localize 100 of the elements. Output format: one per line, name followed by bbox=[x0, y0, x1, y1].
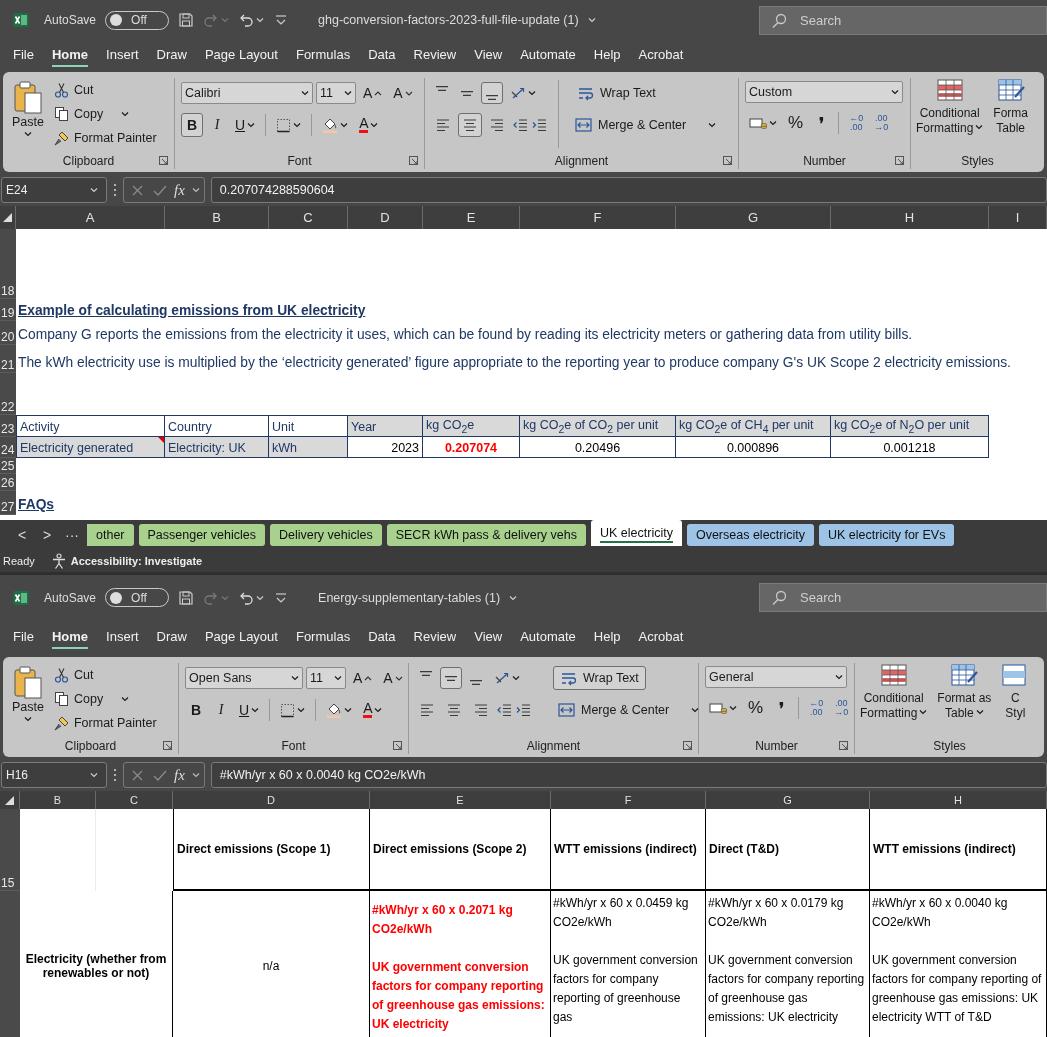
underline-button[interactable]: U bbox=[235, 698, 264, 722]
menu-tab[interactable]: Acrobat bbox=[638, 43, 684, 67]
comma-style-button[interactable]: ❜ bbox=[810, 111, 833, 135]
more-dots-icon[interactable] bbox=[113, 182, 117, 198]
menu-tab[interactable]: Draw bbox=[156, 43, 187, 67]
copy-button[interactable]: Copy bbox=[51, 688, 159, 710]
number-format-field[interactable]: Custom bbox=[745, 81, 903, 103]
vertical-align-button[interactable] bbox=[440, 667, 462, 689]
grow-font-button[interactable]: A bbox=[359, 81, 387, 105]
font-name-field[interactable]: Open Sans bbox=[185, 667, 303, 689]
menu-tab[interactable]: Data bbox=[368, 626, 396, 649]
document-title[interactable]: ghg-conversion-factors-2023-full-file-update (1) bbox=[318, 13, 579, 27]
dialog-launcher-icon[interactable] bbox=[393, 741, 402, 750]
menu-tab[interactable]: Formulas bbox=[295, 43, 351, 67]
menu-tab[interactable]: Automate bbox=[520, 43, 576, 67]
bold-button[interactable]: B bbox=[181, 113, 203, 137]
sheet-tab[interactable]: UK electricity for EVs bbox=[819, 524, 955, 546]
increase-decimal-button[interactable]: ←0 .00 bbox=[845, 111, 868, 135]
menu-tab[interactable]: Review bbox=[413, 626, 457, 649]
sheet-tab[interactable]: other bbox=[87, 524, 134, 546]
dialog-launcher-icon[interactable] bbox=[409, 156, 418, 165]
percent-button[interactable]: % bbox=[744, 696, 768, 720]
grow-font-button[interactable]: A bbox=[349, 666, 377, 690]
sheet-tab[interactable]: UK electricity bbox=[591, 520, 682, 546]
copy-button[interactable]: Copy bbox=[51, 103, 159, 125]
search-field[interactable]: Search bbox=[759, 5, 1047, 35]
font-name-field[interactable]: Calibri bbox=[181, 82, 313, 104]
font-color-button[interactable]: A bbox=[355, 113, 383, 137]
menu-tab[interactable]: Data bbox=[368, 43, 396, 67]
menu-tab[interactable]: Home bbox=[51, 43, 89, 67]
document-title[interactable]: Energy-supplementary-tables (1) bbox=[318, 590, 501, 605]
decrease-decimal-button[interactable]: .00 →0 bbox=[870, 111, 893, 135]
wrap-text-button[interactable]: Wrap Text bbox=[553, 666, 646, 690]
cell-styles-button[interactable]: C Styl bbox=[999, 663, 1032, 737]
merge-center-button[interactable]: Merge & Center bbox=[553, 698, 705, 722]
menu-tab[interactable]: Formulas bbox=[295, 626, 351, 649]
menu-tab[interactable]: Insert bbox=[106, 626, 139, 649]
sheet-nav-button[interactable]: < bbox=[12, 527, 32, 543]
vertical-align-button[interactable] bbox=[481, 82, 503, 104]
format-as-table-button[interactable]: Forma Table bbox=[991, 78, 1031, 152]
menu-tab[interactable]: Help bbox=[593, 626, 621, 649]
dialog-launcher-icon[interactable] bbox=[163, 741, 172, 750]
wrap-text-button[interactable]: Wrap Text bbox=[570, 81, 663, 105]
menu-tab[interactable]: Acrobat bbox=[638, 626, 684, 649]
font-size-field[interactable]: 11 bbox=[306, 667, 346, 689]
cut-button[interactable]: Cut bbox=[51, 79, 159, 101]
decrease-indent-icon[interactable] bbox=[496, 702, 512, 718]
menu-tab[interactable]: Page Layout bbox=[204, 626, 278, 649]
name-box[interactable]: H16 bbox=[1, 762, 107, 788]
paste-button[interactable]: Paste bbox=[9, 665, 47, 737]
conditional-formatting-button[interactable]: Conditional Formatting bbox=[914, 78, 986, 152]
decrease-decimal-button[interactable]: .00 →0 bbox=[830, 696, 853, 720]
format-as-table-button[interactable]: Format as Table bbox=[935, 663, 994, 737]
bold-button[interactable]: B bbox=[185, 698, 207, 722]
menu-tab[interactable]: Review bbox=[413, 43, 457, 67]
sheet-tab[interactable]: SECR kWh pass & delivery vehs bbox=[386, 524, 586, 546]
menu-tab[interactable]: View bbox=[474, 43, 503, 67]
increase-indent-icon[interactable] bbox=[531, 117, 547, 133]
undo-icon[interactable] bbox=[238, 12, 255, 28]
save-icon[interactable] bbox=[178, 12, 195, 28]
menu-tab[interactable]: File bbox=[13, 43, 34, 67]
accessibility-button[interactable]: Accessibility: Investigate bbox=[50, 553, 203, 569]
dialog-launcher-icon[interactable] bbox=[895, 156, 904, 165]
font-size-field[interactable]: 11 bbox=[316, 82, 356, 104]
format-painter-button[interactable]: Format Painter bbox=[51, 712, 159, 734]
menu-tab[interactable]: Page Layout bbox=[204, 43, 278, 67]
menu-tab[interactable]: Insert bbox=[106, 43, 139, 67]
shrink-font-button[interactable]: A bbox=[379, 666, 407, 690]
more-dots-icon[interactable] bbox=[113, 767, 117, 783]
sheet-tab[interactable]: Overseas electricity bbox=[686, 524, 814, 546]
menu-tab[interactable]: File bbox=[13, 626, 34, 649]
paste-button[interactable]: Paste bbox=[9, 80, 47, 152]
shrink-font-button[interactable]: A bbox=[389, 81, 417, 105]
underline-button[interactable]: U bbox=[231, 113, 260, 137]
menu-tab[interactable]: Help bbox=[593, 43, 621, 67]
horizontal-align-button[interactable] bbox=[458, 113, 482, 137]
italic-button[interactable]: I bbox=[210, 698, 232, 722]
decrease-indent-icon[interactable] bbox=[512, 117, 528, 133]
number-format-field[interactable]: General bbox=[705, 666, 847, 688]
increase-decimal-button[interactable]: ←0 .00 bbox=[805, 696, 828, 720]
save-icon[interactable] bbox=[178, 589, 195, 606]
insert-function-button[interactable]: fx bbox=[174, 766, 185, 784]
sheet-nav-button[interactable]: ··· bbox=[62, 527, 82, 543]
sheet-nav-button[interactable]: > bbox=[37, 527, 57, 543]
menu-tab[interactable]: Automate bbox=[520, 626, 576, 649]
merge-center-button[interactable]: Merge & Center bbox=[570, 113, 722, 137]
dialog-launcher-icon[interactable] bbox=[839, 741, 848, 750]
format-painter-button[interactable]: Format Painter bbox=[51, 127, 159, 149]
formula-field[interactable]: 0.207074288590604 bbox=[210, 177, 1047, 203]
formula-field[interactable]: #kWh/yr x 60 x 0.0040 kg CO2e/kWh bbox=[210, 762, 1047, 788]
comma-style-button[interactable]: ❜ bbox=[770, 696, 793, 720]
sheet-tab[interactable]: Passenger vehicles bbox=[138, 524, 265, 546]
percent-button[interactable]: % bbox=[784, 111, 808, 135]
font-color-button[interactable]: A bbox=[359, 698, 387, 722]
cut-button[interactable]: Cut bbox=[51, 664, 159, 686]
italic-button[interactable]: I bbox=[206, 113, 228, 137]
menu-tab[interactable]: Home bbox=[51, 626, 89, 649]
sheet-tab[interactable]: Delivery vehicles bbox=[269, 524, 382, 546]
insert-function-button[interactable]: fx bbox=[174, 181, 185, 199]
conditional-formatting-button[interactable]: Conditional Formatting bbox=[858, 663, 930, 737]
